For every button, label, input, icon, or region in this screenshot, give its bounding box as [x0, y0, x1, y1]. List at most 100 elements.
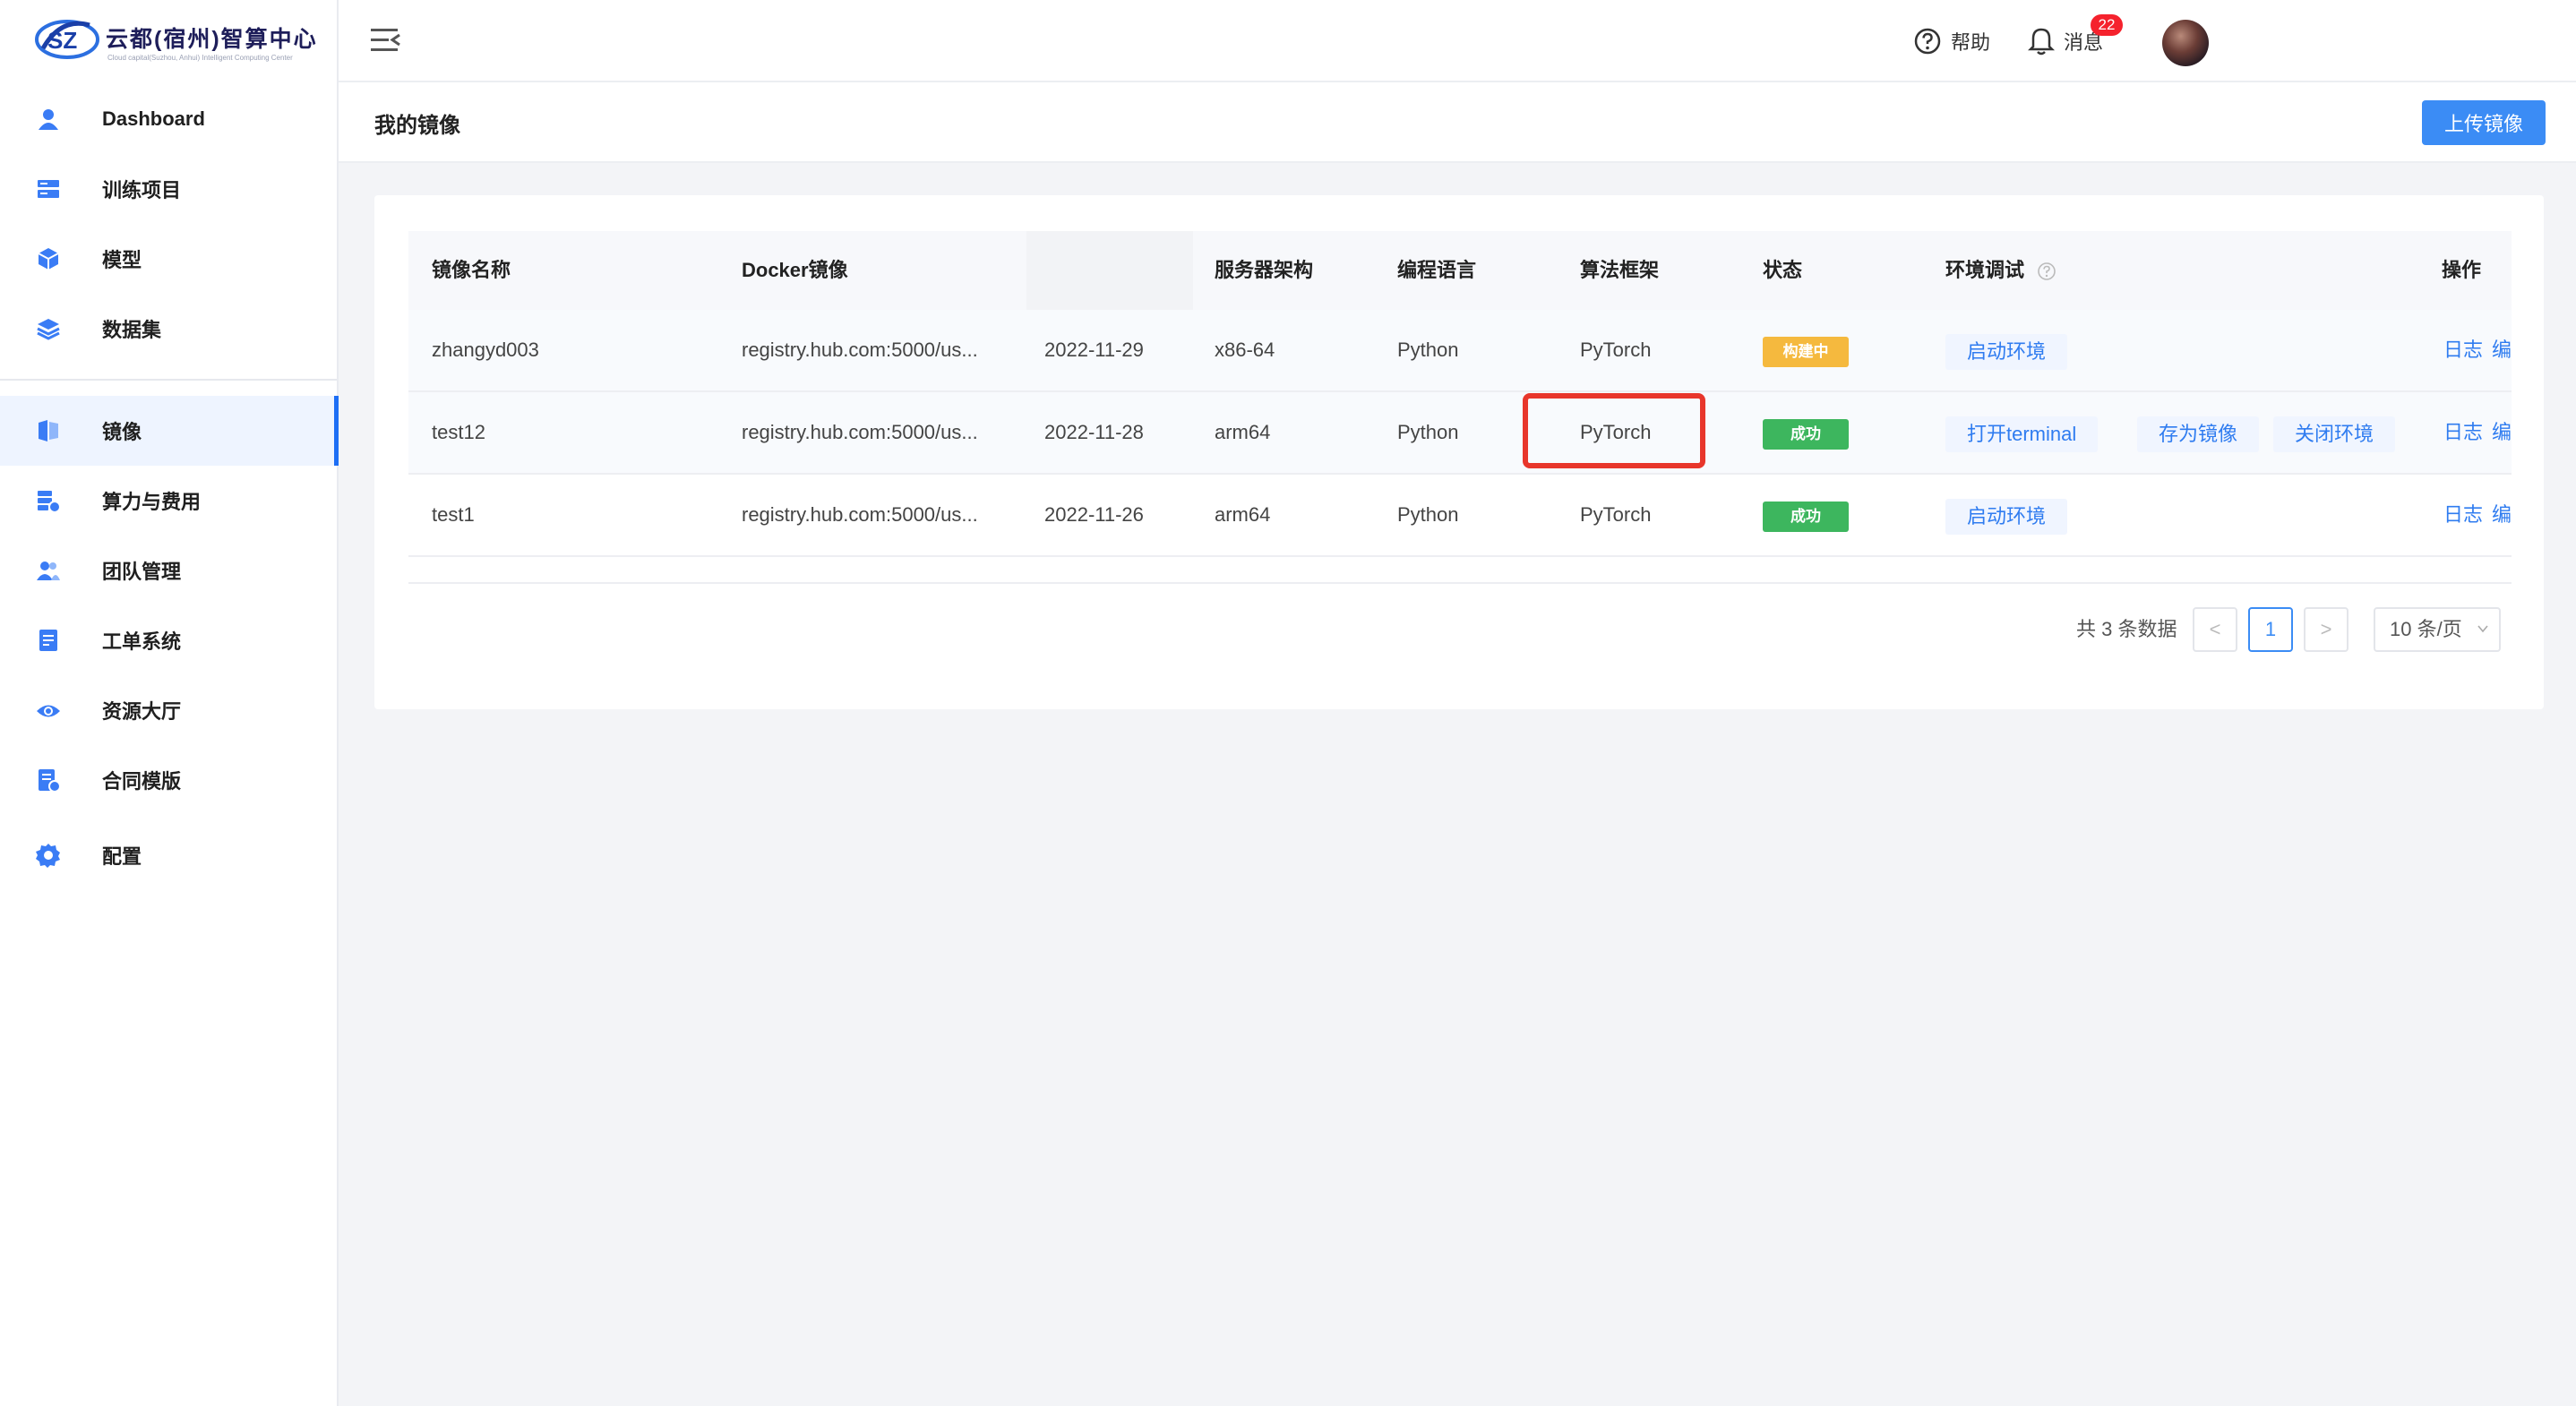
column-header-env: 环境调试	[1945, 231, 2057, 310]
question-icon[interactable]	[2037, 261, 2057, 281]
ticket-icon	[39, 630, 57, 651]
close-env-button[interactable]: 关闭环境	[2273, 416, 2396, 452]
svg-text:SZ: SZ	[47, 27, 77, 54]
column-header-framework: 算法框架	[1580, 259, 1660, 281]
page-header: 我的镜像 上传镜像	[339, 82, 2576, 163]
cell-framework: PyTorch	[1580, 339, 1652, 361]
sidebar-item-label: 模型	[102, 249, 142, 271]
column-header-arch: 服务器架构	[1215, 259, 1314, 281]
sidebar-divider	[0, 379, 337, 381]
cell-arch: x86-64	[1215, 339, 1275, 361]
log-link[interactable]: 日志	[2443, 475, 2483, 555]
upload-image-button[interactable]: 上传镜像	[2422, 100, 2546, 145]
menu-collapse-icon[interactable]	[369, 25, 401, 56]
help-label: 帮助	[1951, 31, 1991, 54]
avatar[interactable]	[2162, 20, 2209, 66]
compute-billing-icon	[38, 491, 61, 513]
brand-title: 云都(宿州)智算中心	[106, 27, 318, 52]
cell-lang: Python	[1397, 421, 1459, 443]
sidebar-item-compute-billing[interactable]: 算力与费用	[0, 466, 339, 536]
server-icon	[38, 180, 59, 198]
cell-name: test1	[432, 503, 475, 526]
chevron-left-icon: <	[2209, 618, 2221, 640]
page-1-button[interactable]: 1	[2248, 607, 2293, 652]
contract-icon	[39, 769, 61, 793]
cube-icon	[38, 248, 59, 270]
log-link[interactable]: 日志	[2443, 392, 2483, 473]
sidebar-item-label: 合同模版	[102, 770, 182, 793]
sidebar-item-team[interactable]: 团队管理	[0, 536, 339, 605]
column-header-name: 镜像名称	[432, 259, 511, 281]
save-as-image-button[interactable]: 存为镜像	[2137, 416, 2260, 452]
user-icon	[39, 109, 58, 130]
sidebar-item-label: 工单系统	[102, 630, 182, 653]
pagination-total: 共 3 条数据	[2076, 618, 2177, 640]
status-badge: 构建中	[1763, 337, 1849, 367]
status-badge: 成功	[1763, 502, 1849, 532]
sidebar-item-label: 团队管理	[102, 561, 182, 583]
bell-icon	[2028, 28, 2055, 56]
brand-logo[interactable]: SZ 云都(宿州)智算中心 Cloud capital(Suzhou, Anhu…	[34, 13, 321, 70]
sidebar-item-ticket[interactable]: 工单系统	[0, 605, 339, 675]
table-row: test12 registry.hub.com:5000/us... 2022-…	[408, 392, 2512, 475]
table-header: 镜像名称 Docker镜像 时间 服务器架构 编程语言 算法框架 状态 环境调试	[408, 231, 2512, 310]
cell-name: zhangyd003	[432, 339, 539, 361]
status-badge: 成功	[1763, 419, 1849, 450]
sidebar-item-label: Dashboard	[102, 107, 205, 130]
open-terminal-button[interactable]: 打开terminal	[1945, 416, 2099, 452]
brand-subtitle: Cloud capital(Suzhou, Anhui) Intelligent…	[107, 54, 293, 62]
cell-arch: arm64	[1215, 421, 1271, 443]
column-header-env-label: 环境调试	[1945, 259, 2025, 281]
eye-icon	[37, 705, 60, 717]
table-bottom-divider	[408, 582, 2512, 584]
sidebar-item-label: 数据集	[102, 319, 162, 341]
cell-framework: PyTorch	[1580, 503, 1652, 526]
sidebar-item-label: 镜像	[102, 421, 142, 443]
table-row: test1 registry.hub.com:5000/us... 2022-1…	[408, 475, 2512, 557]
cell-time: 2022-11-28	[1044, 421, 1144, 443]
sidebar: SZ 云都(宿州)智算中心 Cloud capital(Suzhou, Anhu…	[0, 0, 339, 1406]
logo-mark-icon: SZ	[35, 20, 99, 59]
cell-docker: registry.hub.com:5000/us...	[742, 339, 978, 361]
edit-link[interactable]: 编	[2492, 392, 2512, 473]
gear-icon	[36, 844, 60, 868]
column-header-ops: 操作	[2442, 259, 2482, 281]
prev-page-button[interactable]: <	[2193, 607, 2237, 652]
edit-link[interactable]: 编	[2492, 310, 2512, 390]
image-icon	[39, 420, 58, 442]
sidebar-item-model[interactable]: 模型	[0, 224, 339, 294]
edit-link[interactable]: 编	[2492, 475, 2512, 555]
sidebar-item-dashboard[interactable]: Dashboard	[0, 84, 339, 154]
sidebar-item-settings[interactable]: 配置	[0, 820, 339, 890]
cell-arch: arm64	[1215, 503, 1271, 526]
image-list-card: 镜像名称 Docker镜像 时间 服务器架构 编程语言 算法框架 状态 环境调试	[374, 195, 2544, 709]
sidebar-item-image[interactable]: 镜像	[0, 396, 339, 466]
sidebar-item-contract[interactable]: 合同模版	[0, 745, 339, 815]
table-row: zhangyd003 registry.hub.com:5000/us... 2…	[408, 310, 2512, 392]
cell-lang: Python	[1397, 339, 1459, 361]
log-link[interactable]: 日志	[2443, 310, 2483, 390]
cell-framework: PyTorch	[1580, 421, 1652, 443]
messages-count-badge: 22	[2091, 14, 2123, 36]
chevron-right-icon: >	[2320, 618, 2332, 640]
cell-docker: registry.hub.com:5000/us...	[742, 503, 978, 526]
next-page-button[interactable]: >	[2304, 607, 2348, 652]
cell-name: test12	[432, 421, 485, 443]
start-env-button[interactable]: 启动环境	[1945, 499, 2068, 535]
top-bar	[339, 0, 2576, 82]
cell-docker: registry.hub.com:5000/us...	[742, 421, 978, 443]
image-table: 镜像名称 Docker镜像 时间 服务器架构 编程语言 算法框架 状态 环境调试	[408, 231, 2512, 566]
help-button[interactable]: 帮助	[1913, 25, 1990, 57]
page-size-select[interactable]: 10 条/页	[2374, 607, 2501, 652]
page-size-value: 10 条/页	[2390, 618, 2462, 640]
sidebar-item-dataset[interactable]: 数据集	[0, 294, 339, 364]
page-title: 我的镜像	[374, 114, 460, 138]
sidebar-item-label: 配置	[102, 845, 142, 868]
column-header-status: 状态	[1763, 259, 1803, 281]
sidebar-item-training[interactable]: 训练项目	[0, 154, 339, 224]
chevron-down-icon	[2477, 625, 2488, 633]
sidebar-item-resources[interactable]: 资源大厅	[0, 675, 339, 745]
column-header-lang: 编程语言	[1397, 259, 1477, 281]
cell-time: 2022-11-26	[1044, 503, 1144, 526]
start-env-button[interactable]: 启动环境	[1945, 334, 2068, 370]
